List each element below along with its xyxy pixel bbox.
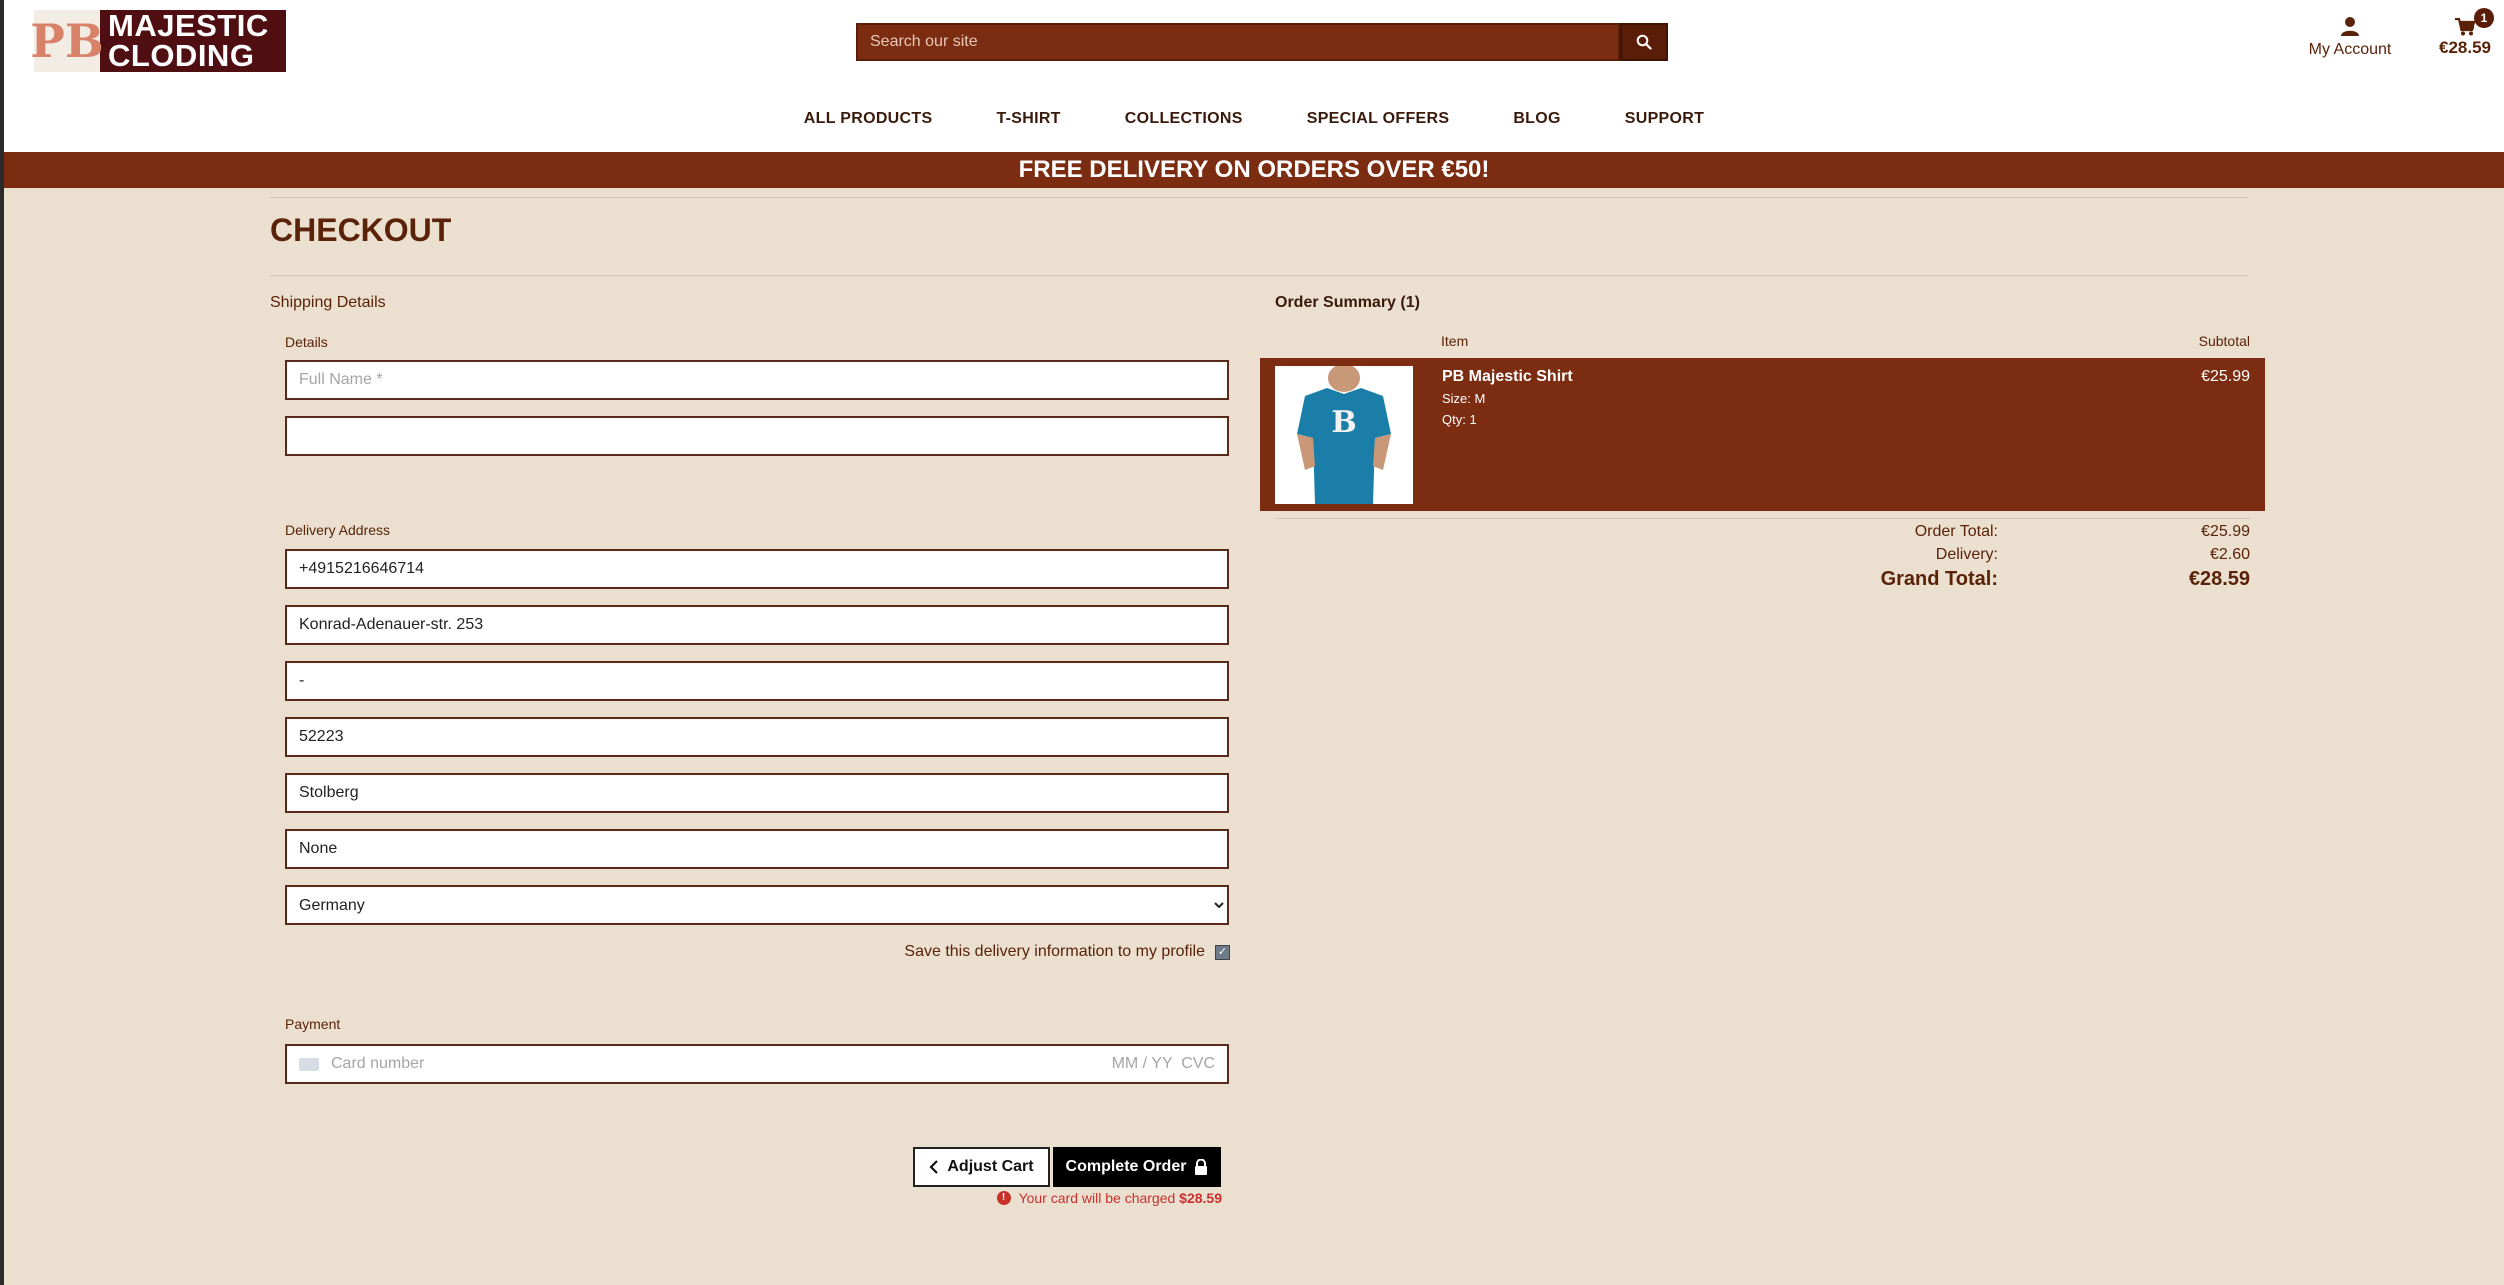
site-header: PB MAJESTIC CLODING My Account 1 (4, 0, 2504, 152)
free-delivery-banner: FREE DELIVERY ON ORDERS OVER €50! (4, 152, 2504, 188)
window-edge (0, 0, 4, 1285)
delivery-address-label: Delivery Address (285, 522, 391, 538)
item-column-header: Item (1441, 333, 1469, 349)
summary-divider (1275, 518, 2250, 519)
postcode-input[interactable] (285, 717, 1229, 757)
order-total-value: €25.99 (2201, 523, 2250, 540)
logo-text: MAJESTIC CLODING (108, 8, 269, 73)
exclamation-icon: ! (996, 1191, 1011, 1205)
user-icon (2341, 17, 2359, 36)
subtotal-column-header: Subtotal (2198, 333, 2250, 349)
save-info-row: Save this delivery information to my pro… (800, 943, 1230, 961)
logo-mark: PB (30, 10, 104, 72)
details-label: Details (285, 334, 328, 350)
country-select[interactable]: Germany (285, 885, 1229, 925)
delivery-label: Delivery: (1935, 546, 1998, 563)
nav-t-shirt[interactable]: T-SHIRT (964, 110, 1092, 128)
divider-title (270, 275, 2248, 276)
street-address-2-input[interactable] (285, 661, 1229, 701)
my-account-label: My Account (2308, 41, 2392, 58)
search-input[interactable] (856, 23, 1620, 61)
item-size: Size: M (1442, 391, 1486, 406)
county-input[interactable] (285, 829, 1229, 869)
save-info-checkbox[interactable]: ✓ (1215, 944, 1230, 960)
delivery-value: €2.60 (2209, 546, 2250, 563)
order-item-row: B PB Majestic Shirt Size: M Qty: 1 €25.9… (1260, 358, 2265, 511)
nav-support[interactable]: SUPPORT (1593, 110, 1736, 128)
credit-card-icon (299, 1057, 319, 1071)
chevron-left-icon (929, 1160, 939, 1174)
shirt-model-image: B (1275, 366, 1413, 504)
adjust-cart-button[interactable]: Adjust Cart (913, 1147, 1050, 1187)
complete-order-button[interactable]: Complete Order (1053, 1147, 1221, 1187)
grand-total-value: €28.59 (2188, 568, 2250, 590)
svg-text:B: B (1331, 405, 1356, 440)
card-number-field[interactable]: Card number MM / YY CVC (285, 1044, 1229, 1084)
item-subtotal: €25.99 (2201, 368, 2250, 385)
product-image[interactable]: B (1275, 366, 1413, 504)
street-address-1-input[interactable] (285, 605, 1229, 645)
order-summary-heading: Order Summary (1) (1275, 294, 1420, 311)
cart-total: €28.59 (2439, 38, 2491, 57)
nav-blog[interactable]: BLOG (1481, 110, 1592, 128)
shopping-cart-icon (2455, 18, 2475, 36)
email-input[interactable] (285, 416, 1229, 456)
card-number-placeholder: Card number (331, 1055, 425, 1072)
complete-order-label: Complete Order (1065, 1158, 1187, 1175)
lock-icon (1195, 1159, 1208, 1175)
town-input[interactable] (285, 773, 1229, 813)
main-nav: ALL PRODUCTS T-SHIRT COLLECTIONS SPECIAL… (4, 110, 2504, 128)
cart-link[interactable]: 1 €28.59 (2430, 8, 2500, 58)
search-icon (1636, 34, 1652, 50)
card-expiry-cvc-placeholder: MM / YY CVC (1111, 1055, 1215, 1072)
phone-input[interactable] (285, 549, 1229, 589)
charge-amount: $28.59 (1179, 1190, 1222, 1206)
save-info-label: Save this delivery information to my pro… (904, 943, 1205, 960)
full-name-input[interactable] (285, 360, 1229, 400)
charge-notice: ! Your card will be charged $28.59 (990, 1190, 1222, 1206)
divider-top (270, 197, 2248, 198)
my-account-link[interactable]: My Account (2300, 16, 2400, 59)
search-bar (856, 23, 1668, 61)
payment-label: Payment (285, 1016, 341, 1032)
nav-all-products[interactable]: ALL PRODUCTS (772, 110, 965, 128)
order-total-label: Order Total: (1914, 523, 1998, 540)
shipping-details-heading: Shipping Details (270, 294, 386, 311)
cart-count-badge: 1 (2474, 8, 2494, 28)
adjust-cart-label: Adjust Cart (947, 1158, 1034, 1175)
charge-text: Your card will be charged (1018, 1190, 1176, 1206)
item-quantity: Qty: 1 (1442, 412, 1477, 427)
grand-total-label: Grand Total: (1880, 568, 1998, 590)
page-title: CHECKOUT (270, 212, 452, 248)
nav-collections[interactable]: COLLECTIONS (1093, 110, 1275, 128)
item-name: PB Majestic Shirt (1442, 368, 1573, 385)
nav-special-offers[interactable]: SPECIAL OFFERS (1275, 110, 1482, 128)
site-logo[interactable]: PB MAJESTIC CLODING (30, 8, 286, 73)
search-button[interactable] (1620, 23, 1668, 61)
